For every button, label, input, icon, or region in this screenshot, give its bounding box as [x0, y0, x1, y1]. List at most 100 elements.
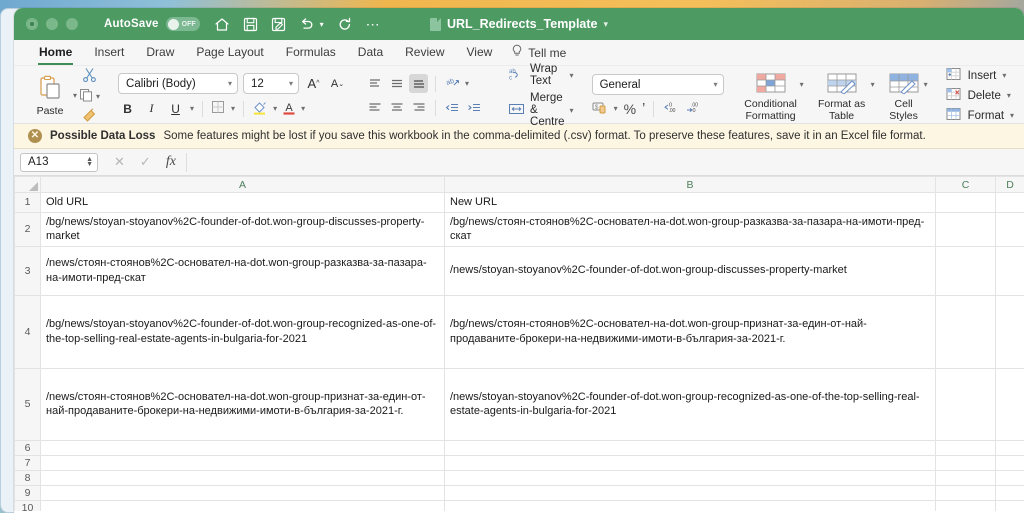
cell-a3[interactable]: /news/стоян-стоянов%2C-основател-на-dot.… [40, 245, 445, 296]
format-as-table-chevron-down-icon[interactable]: ▾ [871, 80, 875, 89]
name-box[interactable]: A13 ▲ ▼ [20, 152, 98, 172]
formula-input[interactable] [185, 152, 1024, 172]
confirm-entry-icon[interactable]: ✓ [140, 154, 151, 170]
align-center-icon[interactable] [387, 98, 406, 117]
select-all-corner[interactable] [14, 176, 41, 193]
wrap-text-chevron-down-icon[interactable]: ▾ [570, 71, 574, 80]
name-box-stepper-icon[interactable]: ▲ ▼ [86, 156, 93, 168]
font-color-chevron-down-icon[interactable]: ▾ [301, 104, 305, 113]
font-color-icon[interactable]: A [282, 100, 296, 118]
column-header-c[interactable]: C [935, 176, 996, 193]
cell-d7[interactable] [995, 454, 1024, 471]
cell-d4[interactable] [995, 294, 1024, 369]
currency-chevron-down-icon[interactable]: ▾ [614, 104, 618, 113]
tab-page-layout[interactable]: Page Layout [185, 42, 274, 63]
merge-centre-chevron-down-icon[interactable]: ▾ [570, 106, 574, 115]
row-header-10[interactable]: 10 [14, 499, 41, 511]
column-header-a[interactable]: A [40, 176, 445, 193]
tab-data[interactable]: Data [347, 42, 394, 63]
number-format-select[interactable]: General ▾ [591, 74, 724, 95]
fill-color-chevron-down-icon[interactable]: ▾ [273, 104, 277, 113]
orientation-chevron-down-icon[interactable]: ▾ [465, 79, 469, 88]
cell-a2[interactable]: /bg/news/stoyan-stoyanov%2C-founder-of-d… [40, 211, 445, 247]
cell-b6[interactable] [444, 439, 936, 456]
cell-c10[interactable] [935, 499, 996, 511]
cancel-entry-icon[interactable]: ✕ [114, 154, 125, 170]
align-middle-icon[interactable] [387, 74, 406, 93]
autosave-toggle[interactable]: OFF [165, 17, 200, 31]
underline-chevron-down-icon[interactable]: ▾ [190, 104, 194, 113]
decrease-indent-icon[interactable] [443, 98, 462, 117]
percent-style-button[interactable]: % [624, 101, 636, 117]
cell-a10[interactable] [40, 499, 445, 511]
format-as-table-button[interactable]: Format as Table [813, 72, 871, 123]
copy-icon[interactable] [79, 88, 93, 105]
merge-centre-button[interactable]: Merge & Centre ▾ [508, 92, 574, 128]
wrap-text-button[interactable]: ab c Wrap Text ▾ [508, 63, 574, 87]
cell-b5[interactable]: /news/stoyan-stoyanov%2C-founder-of-dot.… [444, 367, 936, 441]
delete-chevron-down-icon[interactable]: ▾ [1007, 91, 1011, 100]
column-header-d[interactable]: D [995, 176, 1024, 193]
cell-a6[interactable] [40, 439, 445, 456]
bold-button[interactable]: B [118, 99, 137, 118]
row-header-4[interactable]: 4 [14, 294, 41, 369]
cell-d10[interactable] [995, 499, 1024, 511]
cell-a9[interactable] [40, 484, 445, 501]
worksheet-grid[interactable]: A B C D 1 Old URL New URL 2 /bg/news/sto… [14, 176, 1024, 511]
cell-b10[interactable] [444, 499, 936, 511]
redo-icon[interactable] [337, 17, 353, 32]
decrease-decimal-icon[interactable]: .00 0 [685, 101, 702, 117]
undo-chevron-down-icon[interactable]: ▾ [320, 20, 324, 29]
cell-d2[interactable] [995, 211, 1024, 247]
conditional-formatting-chevron-down-icon[interactable]: ▾ [800, 80, 804, 89]
tell-me-button[interactable]: Tell me [503, 44, 566, 61]
cell-a1[interactable]: Old URL [40, 192, 445, 213]
cell-b4[interactable]: /bg/news/стоян-стоянов%2C-основател-на-d… [444, 294, 936, 369]
cell-c6[interactable] [935, 439, 996, 456]
cell-c7[interactable] [935, 454, 996, 471]
cell-b3[interactable]: /news/stoyan-stoyanov%2C-founder-of-dot.… [444, 245, 936, 296]
conditional-formatting-button[interactable]: Conditional Formatting [742, 72, 800, 123]
cell-b8[interactable] [444, 469, 936, 486]
increase-indent-icon[interactable] [465, 98, 484, 117]
tab-home[interactable]: Home [28, 42, 83, 65]
cell-d8[interactable] [995, 469, 1024, 486]
cell-c1[interactable] [935, 192, 996, 213]
text-orientation-icon[interactable]: ab [443, 74, 462, 93]
fill-color-icon[interactable] [252, 100, 268, 118]
minimize-button[interactable] [46, 18, 58, 30]
decrease-font-size-icon[interactable]: A ⌄ [328, 74, 347, 93]
borders-chevron-down-icon[interactable]: ▾ [231, 104, 235, 113]
cell-c3[interactable] [935, 245, 996, 296]
cell-a8[interactable] [40, 469, 445, 486]
cell-a5[interactable]: /news/стоян-стоянов%2C-основател-на-dot.… [40, 367, 445, 441]
row-header-9[interactable]: 9 [14, 484, 41, 501]
tab-formulas[interactable]: Formulas [275, 42, 347, 63]
format-cells-button[interactable]: Format ▾ [946, 107, 1014, 124]
paste-chevron-down-icon[interactable]: ▾ [73, 91, 77, 100]
borders-icon[interactable] [211, 100, 226, 117]
tab-draw[interactable]: Draw [135, 42, 185, 63]
tab-view[interactable]: View [456, 42, 504, 63]
cell-d6[interactable] [995, 439, 1024, 456]
row-header-5[interactable]: 5 [14, 367, 41, 441]
cell-c9[interactable] [935, 484, 996, 501]
align-right-icon[interactable] [409, 98, 428, 117]
cell-a4[interactable]: /bg/news/stoyan-stoyanov%2C-founder-of-d… [40, 294, 445, 369]
font-name-select[interactable]: Calibri (Body) ▾ [118, 73, 239, 94]
maximize-button[interactable] [66, 18, 78, 30]
underline-button[interactable]: U [166, 99, 185, 118]
format-painter-icon[interactable] [82, 107, 97, 125]
tab-review[interactable]: Review [394, 42, 455, 63]
home-icon[interactable] [214, 17, 230, 32]
paste-button[interactable]: Paste [27, 75, 73, 117]
row-header-2[interactable]: 2 [14, 211, 41, 247]
more-options-icon[interactable]: ⋯ [366, 17, 381, 31]
align-left-icon[interactable] [365, 98, 384, 117]
cell-c8[interactable] [935, 469, 996, 486]
warning-close-icon[interactable]: ✕ [28, 129, 42, 143]
insert-chevron-down-icon[interactable]: ▾ [1002, 71, 1006, 80]
row-header-3[interactable]: 3 [14, 245, 41, 296]
cell-c4[interactable] [935, 294, 996, 369]
cell-a7[interactable] [40, 454, 445, 471]
